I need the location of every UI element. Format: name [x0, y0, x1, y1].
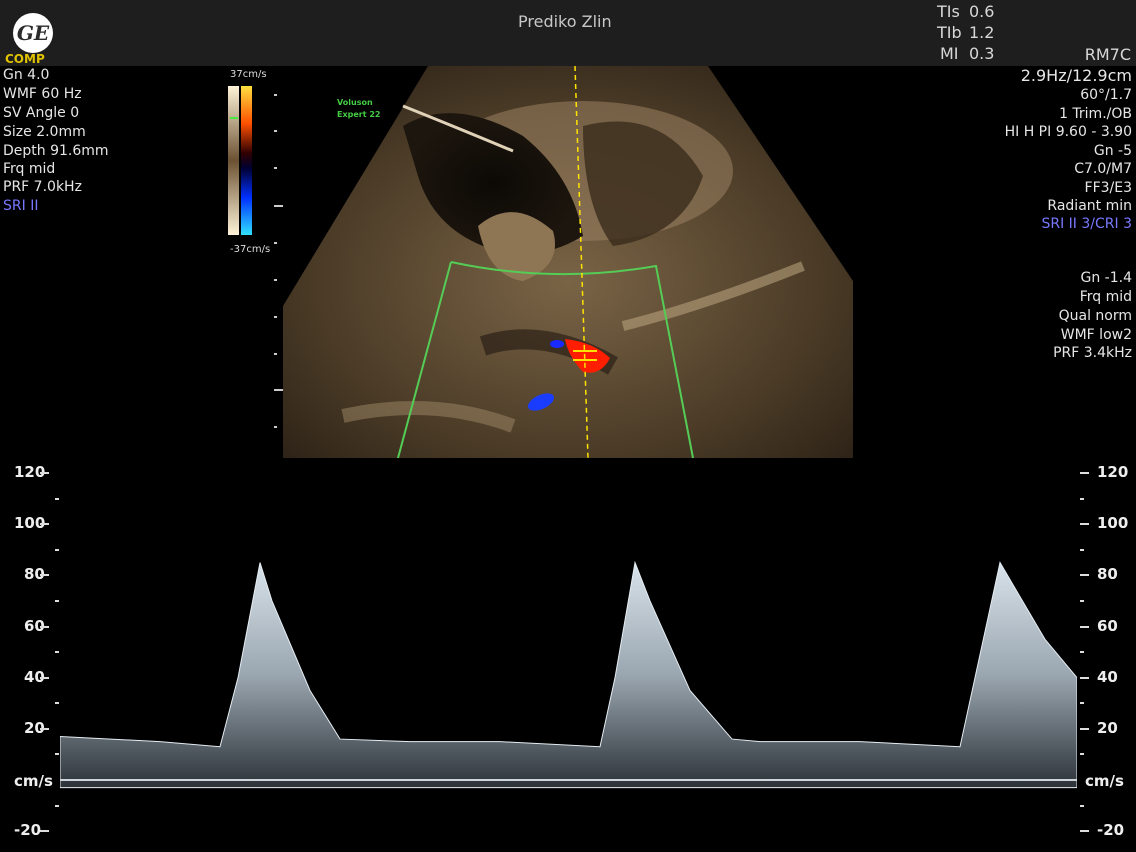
depth-tick — [274, 242, 277, 244]
right-color-prf: PRF 3.4kHz — [1053, 345, 1132, 361]
scale-tick — [1080, 523, 1089, 526]
left-depth: Depth 91.6mm — [3, 143, 109, 159]
minor-tick — [55, 599, 59, 602]
scale-label-left: -20 — [14, 821, 42, 840]
right-sri: SRI II 3/CRI 3 — [1041, 216, 1132, 232]
scale-tick — [40, 727, 49, 730]
right-frame-rate: 2.9Hz/12.9cm — [1020, 66, 1132, 85]
right-preset: 1 Trim./OB — [1059, 106, 1132, 122]
scale-label-right: 80 — [1097, 565, 1118, 584]
doppler-envelope — [60, 560, 1077, 789]
right-radiant: Radiant min — [1047, 198, 1132, 214]
depth-tick — [274, 205, 283, 207]
right-color-wmf: WMF low2 — [1060, 327, 1132, 343]
probe-name: RM7C — [1084, 45, 1131, 64]
minor-tick — [1080, 651, 1084, 654]
minor-tick — [55, 804, 59, 807]
minor-tick — [1080, 804, 1084, 807]
safety-tis: TIs 0.6 — [937, 2, 995, 21]
left-prf: PRF 7.0kHz — [3, 179, 82, 195]
right-hi: HI H PI 9.60 - 3.90 — [1004, 124, 1132, 140]
scale-tick — [1080, 727, 1089, 730]
scale-tick — [40, 523, 49, 526]
scale-tick — [40, 676, 49, 679]
right-ff: FF3/E3 — [1084, 180, 1132, 196]
minor-tick — [55, 497, 59, 500]
scale-label-right: 120 — [1097, 463, 1129, 481]
unit-label-right: cm/s — [1085, 772, 1124, 790]
minor-tick — [1080, 702, 1084, 705]
comp-label: COMP — [5, 52, 45, 66]
right-c: C7.0/M7 — [1074, 161, 1132, 177]
depth-tick — [274, 389, 283, 391]
scale-tick — [1080, 830, 1089, 833]
spectral-doppler-trace[interactable] — [60, 460, 1077, 852]
scale-tick — [40, 625, 49, 628]
left-size: Size 2.0mm — [3, 124, 86, 140]
scale-label-right: -20 — [1097, 821, 1125, 840]
left-frq: Frq mid — [3, 161, 56, 177]
safety-mi: MI 0.3 — [940, 44, 995, 63]
ge-logo-icon: GE — [13, 13, 53, 53]
right-gain: Gn -5 — [1093, 143, 1132, 159]
color-velocity-bar — [228, 86, 252, 235]
minor-tick — [55, 651, 59, 654]
minor-tick — [1080, 753, 1084, 756]
right-color-frq: Frq mid — [1079, 289, 1132, 305]
minor-tick — [1080, 599, 1084, 602]
minor-tick — [1080, 548, 1084, 551]
right-color-gain: Gn -1.4 — [1080, 270, 1133, 286]
minor-tick — [1080, 497, 1084, 500]
right-angle: 60°/1.7 — [1080, 87, 1132, 103]
minor-tick — [55, 702, 59, 705]
left-sv-angle: SV Angle 0 — [3, 105, 80, 121]
scale-label-right: 40 — [1097, 667, 1118, 686]
scale-label-right: 100 — [1097, 514, 1129, 533]
scale-tick — [40, 574, 49, 577]
top-bar: GE COMP Prediko Zlin TIs 0.6 TIb 1.2 MI 0.3… — [0, 0, 1136, 66]
depth-tick — [274, 316, 277, 318]
brand-model: Expert 22 — [337, 110, 381, 119]
scale-tick — [1080, 472, 1089, 474]
left-sri: SRI II — [3, 198, 39, 214]
depth-tick — [274, 130, 277, 132]
right-qual: Qual norm — [1058, 308, 1132, 324]
left-gain: Gn 4.0 — [3, 67, 50, 83]
minor-tick — [55, 548, 59, 551]
colorbar-bottom-label: -37cm/s — [230, 244, 271, 255]
scale-tick — [1080, 625, 1089, 628]
depth-tick — [274, 353, 277, 355]
minor-tick — [55, 753, 59, 756]
depth-tick — [274, 426, 277, 428]
scale-tick — [40, 830, 49, 833]
safety-tib: TIb 1.2 — [937, 23, 995, 42]
colorbar-top-label: 37cm/s — [230, 69, 267, 80]
depth-tick — [274, 167, 277, 169]
scale-tick — [40, 472, 49, 474]
depth-tick — [274, 94, 277, 96]
hospital-name: Prediko Zlin — [518, 12, 612, 31]
scale-tick — [1080, 574, 1089, 577]
brand-label: Voluson — [337, 98, 373, 107]
bmode-image[interactable] — [283, 66, 853, 458]
scale-label-right: 60 — [1097, 616, 1118, 635]
left-wmf: WMF 60 Hz — [3, 86, 82, 102]
depth-tick — [274, 279, 277, 281]
scale-tick — [1080, 676, 1089, 679]
scale-label-right: 20 — [1097, 718, 1118, 737]
unit-label-left: cm/s — [14, 772, 53, 790]
